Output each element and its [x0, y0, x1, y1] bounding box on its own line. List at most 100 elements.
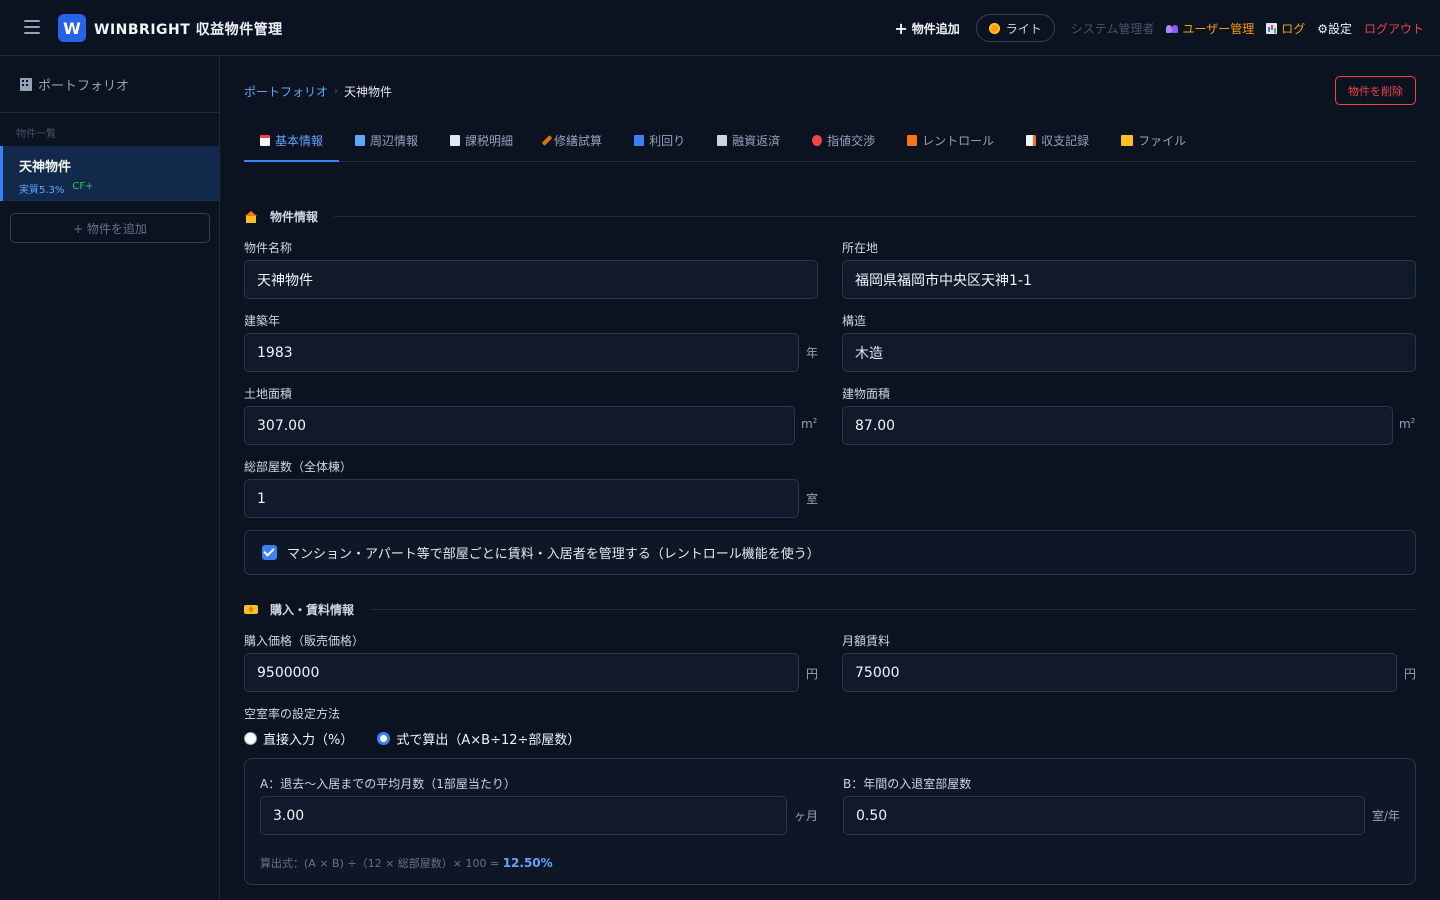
tab-income-records[interactable]: 収支記録 — [1010, 120, 1105, 161]
sidebar: ポートフォリオ 物件一覧 天神物件 実質5.3% CF+ + 物件を追加 — [0, 56, 220, 900]
tab-rent-roll[interactable]: レントロール — [891, 120, 1010, 161]
vacancy-method-label: 空室率の設定方法 — [244, 707, 341, 721]
formula-text: 算出式：(A × B) ÷（12 × 総部屋数）× 100 = — [260, 857, 503, 870]
breadcrumb-current: 天神物件 — [344, 85, 393, 99]
chart-icon — [634, 135, 645, 146]
building-area-input[interactable]: 87.00 — [842, 406, 1393, 445]
map-icon — [355, 135, 366, 146]
app-title: WINBRIGHT 収益物件管理 — [94, 22, 283, 38]
log-link[interactable]: ログ — [1266, 20, 1305, 37]
add-property-label: 物件追加 — [911, 21, 960, 36]
unit-superscript: 2 — [1410, 417, 1416, 425]
section-divider — [334, 216, 1416, 217]
logout-link[interactable]: ログアウト — [1364, 20, 1424, 37]
tab-label: 利回り — [649, 134, 686, 148]
tab-tax-details[interactable]: 課税明細 — [434, 120, 529, 161]
delete-property-button[interactable]: 物件を削除 — [1335, 76, 1416, 105]
months-unit: ヶ月 — [794, 809, 819, 823]
portfolio-title: ポートフォリオ — [38, 78, 130, 94]
land-area-unit: m2 — [801, 417, 817, 431]
property-list-label: 物件一覧 — [16, 129, 56, 140]
section-title-text: 物件情報 — [270, 210, 319, 224]
rentroll-checkbox-label[interactable]: マンション・アパート等で部屋ごとに賃料・入居者を管理する（レントロール機能を使う… — [287, 543, 820, 562]
user-management-label: ユーザー管理 — [1182, 21, 1255, 36]
total-rooms-input[interactable]: 1 — [244, 479, 799, 518]
add-property-button[interactable]: + 物件追加 — [894, 19, 959, 38]
tab-label: レントロール — [922, 134, 995, 148]
users-icon — [1166, 23, 1179, 33]
price-unit: 円 — [806, 667, 819, 681]
folder-icon — [1121, 135, 1134, 146]
purchase-price-label: 購入価格（販売価格） — [244, 634, 365, 648]
section-divider — [370, 609, 1416, 610]
tab-repair-estimate[interactable]: 修繕試算 — [529, 120, 618, 161]
building-area-unit: m2 — [1399, 417, 1415, 431]
radio-label: 式で算出（A×B÷12÷部屋数） — [396, 733, 581, 748]
yield-badge: 実質5.3% — [19, 185, 65, 196]
breadcrumb: ポートフォリオ › 天神物件 — [244, 83, 392, 100]
address-input[interactable]: 福岡県福岡市中央区天神1-1 — [842, 260, 1416, 299]
note-icon — [1026, 135, 1037, 146]
monthly-rent-input[interactable]: 75000 — [842, 653, 1397, 692]
property-name-label: 物件名称 — [244, 241, 293, 255]
unit-text: m — [1399, 417, 1411, 431]
section-title-purchase: 購入・賃料情報 — [244, 601, 1416, 618]
settings-link[interactable]: ⚙設定 — [1317, 20, 1352, 37]
tab-loan-repayment[interactable]: 融資返済 — [701, 120, 796, 161]
rentroll-option: マンション・アパート等で部屋ごとに賃料・入居者を管理する（レントロール機能を使う… — [244, 530, 1416, 575]
tab-label: ファイル — [1138, 134, 1187, 148]
total-rooms-label: 総部屋数（全体棟） — [244, 460, 353, 474]
sidebar-add-property-button[interactable]: + 物件を追加 — [10, 213, 210, 243]
section-title-property: 物件情報 — [244, 208, 1416, 225]
unit-superscript: 2 — [812, 417, 818, 425]
document-icon — [260, 134, 270, 146]
structure-select[interactable]: 木造 — [842, 333, 1416, 372]
radio-formula[interactable]: 式で算出（A×B÷12÷部屋数） — [377, 729, 580, 748]
tab-basic-info[interactable]: 基本情報 — [244, 120, 340, 162]
target-icon — [812, 135, 823, 146]
tab-label: 基本情報 — [275, 133, 324, 148]
tab-surroundings[interactable]: 周辺情報 — [339, 120, 434, 161]
build-year-input[interactable]: 1983 — [244, 333, 799, 372]
tab-label: 融資返済 — [732, 134, 781, 148]
hamburger-menu-icon[interactable] — [24, 20, 40, 34]
theme-toggle-button[interactable]: ライト — [975, 14, 1055, 42]
user-management-link[interactable]: ユーザー管理 — [1166, 20, 1254, 37]
tab-files[interactable]: ファイル — [1105, 120, 1202, 161]
hammer-icon — [541, 135, 553, 146]
unit-text: m — [801, 417, 813, 431]
purchase-price-input[interactable]: 9500000 — [244, 653, 799, 692]
tab-price-negotiation[interactable]: 指値交渉 — [796, 120, 891, 161]
vacancy-method-radios: 直接入力（%） 式で算出（A×B÷12÷部屋数） — [244, 729, 580, 748]
tab-label: 修繕試算 — [554, 134, 603, 148]
structure-label: 構造 — [842, 314, 867, 328]
rooms-unit: 室 — [806, 492, 819, 506]
header-actions: + 物件追加 ライト システム管理者 ユーザー管理 ログ ⚙設定 ログアウト — [894, 14, 1424, 42]
rent-unit: 円 — [1404, 667, 1417, 681]
radio-button[interactable] — [244, 732, 257, 745]
tab-yield[interactable]: 利回り — [618, 120, 701, 161]
money-icon — [244, 605, 258, 614]
turnover-rooms-input[interactable]: 0.50 — [843, 796, 1365, 835]
breadcrumb-portfolio-link[interactable]: ポートフォリオ — [244, 83, 328, 100]
plus-icon: + — [894, 18, 908, 38]
vacancy-formula: 算出式：(A × B) ÷（12 × 総部屋数）× 100 = 12.50% — [260, 855, 553, 871]
portfolio-header[interactable]: ポートフォリオ — [0, 56, 219, 113]
breadcrumb-separator: › — [334, 86, 339, 97]
system-admin-label: システム管理者 — [1070, 21, 1155, 36]
rentroll-checkbox[interactable] — [262, 545, 277, 560]
chart-icon — [1266, 22, 1278, 34]
radio-button-checked[interactable] — [377, 732, 391, 745]
property-name-input[interactable]: 天神物件 — [244, 260, 818, 299]
sidebar-item-property[interactable]: 天神物件 実質5.3% CF+ — [0, 146, 219, 201]
receipt-icon — [450, 135, 461, 146]
avg-months-input[interactable]: 3.00 — [260, 796, 787, 835]
house-icon — [244, 210, 258, 223]
land-area-input[interactable]: 307.00 — [244, 406, 795, 445]
avg-months-label: A：退去〜入居までの平均月数（1部屋当たり） — [260, 777, 516, 791]
tab-label: 周辺情報 — [370, 134, 419, 148]
radio-direct-input[interactable]: 直接入力（%） — [244, 729, 353, 748]
sidebar-item-name: 天神物件 — [19, 160, 72, 175]
radio-label: 直接入力（%） — [263, 733, 354, 748]
build-year-label: 建築年 — [244, 314, 281, 328]
